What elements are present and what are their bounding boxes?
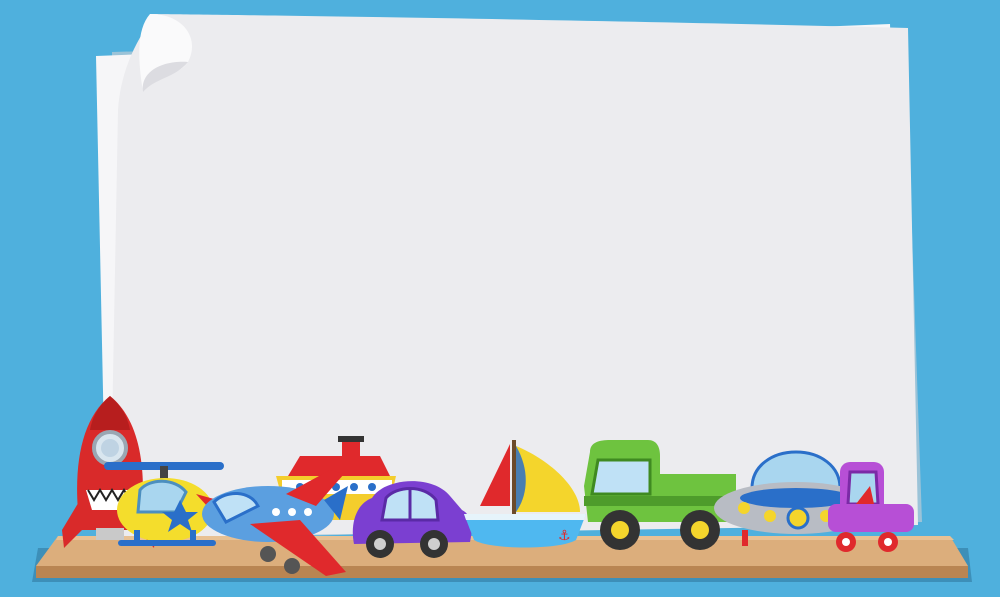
toy-shelf-scene: ⚓	[0, 0, 1000, 597]
svg-text:⚓: ⚓	[558, 528, 571, 544]
